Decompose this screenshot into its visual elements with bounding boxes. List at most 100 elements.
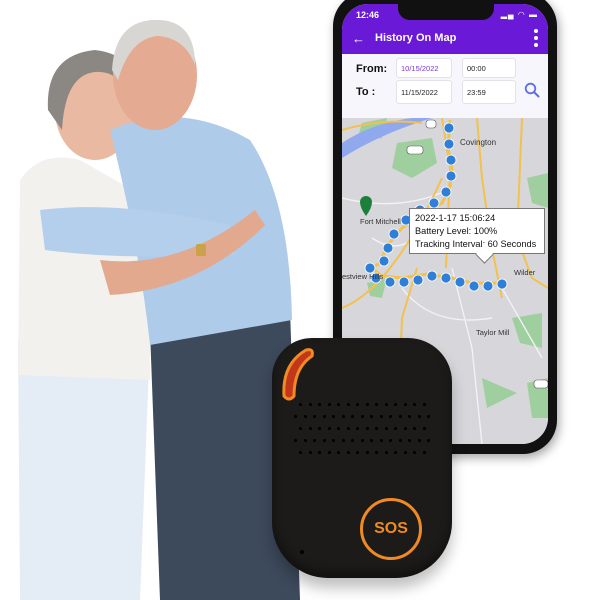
grille-hole: [422, 427, 426, 430]
grille-hole: [427, 439, 430, 442]
grille-hole: [384, 451, 388, 454]
signal-wifi-battery-icons: ▂▄ ◠ ▬: [500, 10, 538, 19]
grille-hole: [370, 439, 373, 442]
lanyard-loop: [282, 348, 314, 401]
sos-button-label: SOS: [374, 520, 408, 537]
direction-arrow-icon[interactable]: [482, 280, 494, 292]
grille-hole: [308, 403, 312, 406]
grille-hole: [375, 451, 378, 454]
grille-hole: [403, 427, 407, 430]
grille-hole: [356, 427, 359, 430]
grille-hole: [337, 403, 340, 406]
to-time-field[interactable]: 23:59: [462, 80, 516, 104]
direction-arrow-icon[interactable]: [428, 197, 440, 209]
grille-hole: [346, 403, 350, 406]
grille-hole: [389, 415, 392, 418]
grille-hole: [427, 415, 430, 418]
grille-hole: [403, 403, 407, 406]
grille-hole: [318, 451, 321, 454]
direction-arrow-icon[interactable]: [378, 255, 390, 267]
direction-arrow-icon[interactable]: [454, 276, 466, 288]
direction-arrow-icon[interactable]: [440, 272, 452, 284]
grille-hole: [299, 403, 302, 406]
grille-hole: [384, 427, 388, 430]
direction-arrow-icon[interactable]: [443, 138, 455, 150]
grille-hole: [365, 403, 369, 406]
direction-arrow-icon[interactable]: [468, 280, 480, 292]
tooltip-interval: Tracking Interval: 60 Seconds: [415, 239, 537, 249]
grille-hole: [422, 451, 426, 454]
grille-hole: [318, 427, 321, 430]
direction-arrow-icon[interactable]: [496, 278, 508, 290]
direction-arrow-icon[interactable]: [440, 186, 452, 198]
flag-marker-icon[interactable]: [360, 196, 372, 216]
grille-hole: [398, 415, 402, 418]
arrow-left-icon[interactable]: ←: [352, 31, 365, 46]
gps-tracker-device: SOS: [272, 338, 452, 578]
grille-hole: [394, 403, 397, 406]
status-time: 12:46: [356, 10, 380, 20]
grille-hole: [413, 427, 416, 430]
direction-arrow-icon[interactable]: [443, 122, 455, 134]
grille-hole: [341, 415, 345, 418]
direction-arrow-icon[interactable]: [445, 170, 457, 182]
more-vertical-icon[interactable]: [534, 27, 540, 50]
grille-hole: [318, 403, 321, 406]
product-scene: 12:46 ▂▄ ◠ ▬ ← History On Map From: 10/1…: [0, 0, 600, 600]
grille-hole: [365, 451, 369, 454]
grille-hole: [341, 439, 345, 442]
sos-button[interactable]: SOS: [360, 498, 422, 560]
grille-hole: [337, 427, 340, 430]
grille-hole: [365, 427, 369, 430]
map-label-fort-mitchell: Fort Mitchell: [360, 217, 401, 226]
speaker-grille: [294, 403, 434, 461]
map-label-taylor-mill: Taylor Mill: [476, 328, 510, 337]
map-label-crestview-hills: estview Hills: [342, 272, 384, 281]
grille-hole: [360, 439, 364, 442]
grille-hole: [379, 415, 383, 418]
grille-hole: [313, 439, 316, 442]
grille-hole: [356, 451, 359, 454]
grille-hole: [332, 439, 335, 442]
tooltip-timestamp: 2022-1-17 15:06:24: [415, 213, 496, 223]
grille-hole: [332, 415, 335, 418]
direction-arrow-icon[interactable]: [398, 276, 410, 288]
to-label: To :: [356, 86, 376, 98]
grille-hole: [303, 415, 307, 418]
direction-arrow-icon[interactable]: [445, 154, 457, 166]
location-tooltip: 2022-1-17 15:06:24 Battery Level: 100% T…: [409, 208, 545, 254]
grille-hole: [346, 451, 350, 454]
map-label-wilder: Wilder: [514, 268, 536, 277]
from-date-field[interactable]: 10/15/2022: [396, 58, 452, 78]
grille-hole: [346, 427, 350, 430]
grille-hole: [308, 451, 312, 454]
grille-hole: [413, 403, 416, 406]
grille-hole: [408, 439, 411, 442]
from-label: From:: [356, 63, 388, 75]
page-title: History On Map: [375, 32, 457, 44]
direction-arrow-icon[interactable]: [426, 270, 438, 282]
grille-hole: [417, 439, 421, 442]
grille-hole: [413, 451, 416, 454]
from-time-field[interactable]: 00:00: [462, 58, 516, 78]
search-icon[interactable]: [524, 82, 540, 98]
grille-hole: [327, 451, 331, 454]
direction-arrow-icon[interactable]: [384, 276, 396, 288]
grille-hole: [322, 415, 326, 418]
grille-hole: [370, 415, 373, 418]
microphone-hole: [300, 550, 304, 554]
direction-arrow-icon[interactable]: [382, 242, 394, 254]
to-date-field[interactable]: 11/15/2022: [396, 80, 452, 104]
direction-arrow-icon[interactable]: [388, 228, 400, 240]
wristwatch: [196, 244, 206, 256]
direction-arrow-icon[interactable]: [412, 274, 424, 286]
grille-hole: [356, 403, 359, 406]
phone-notch: [398, 4, 494, 20]
route-shield: [533, 379, 548, 389]
grille-hole: [398, 439, 402, 442]
grille-hole: [375, 403, 378, 406]
grille-hole: [394, 451, 397, 454]
grille-hole: [327, 427, 331, 430]
grille-hole: [384, 403, 388, 406]
grille-hole: [337, 451, 340, 454]
